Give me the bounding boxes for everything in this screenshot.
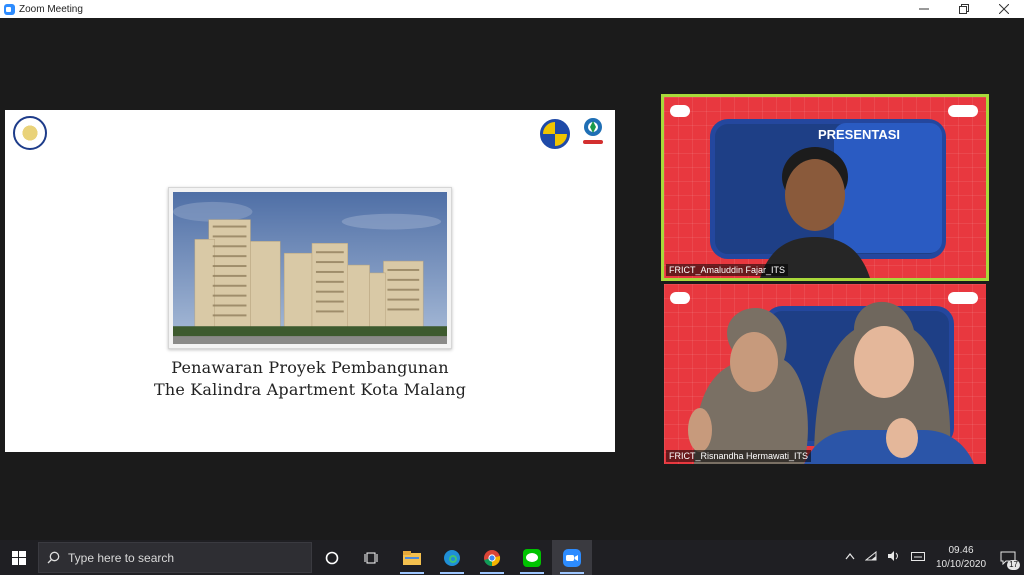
zoom-icon xyxy=(563,548,581,567)
cortana-button[interactable] xyxy=(312,540,352,575)
participant-video-tile[interactable]: PRESENTASI FRICT_Amaluddin Fajar_ITS xyxy=(661,94,989,281)
chrome-browser-button[interactable] xyxy=(472,540,512,575)
participant-avatar xyxy=(688,301,974,464)
meeting-area: Penawaran Proyek Pembangunan The Kalindr… xyxy=(0,18,1024,540)
slide-title-line-1: Penawaran Proyek Pembangunan xyxy=(171,358,449,377)
show-hidden-icons-button[interactable] xyxy=(845,552,855,563)
apartment-photo-frame xyxy=(168,187,452,349)
restore-button[interactable] xyxy=(944,0,984,18)
network-button[interactable] xyxy=(864,550,877,564)
chrome-icon xyxy=(484,549,501,566)
university-logo xyxy=(13,116,47,150)
shared-screen-slide[interactable]: Penawaran Proyek Pembangunan The Kalindr… xyxy=(5,110,615,452)
system-tray: 09.46 10/10/2020 17 xyxy=(840,540,1024,575)
slide-title-line-2: The Kalindra Apartment Kota Malang xyxy=(153,380,467,399)
search-placeholder: Type here to search xyxy=(68,550,175,565)
clock-date: 10/10/2020 xyxy=(935,558,987,570)
cortana-icon xyxy=(325,551,339,564)
window-title: Zoom Meeting xyxy=(19,3,83,15)
input-language-button[interactable] xyxy=(911,551,925,564)
restore-icon xyxy=(959,4,969,14)
participant-video-tile[interactable]: FRICT_Risnandha Hermawati_ITS xyxy=(664,284,986,464)
edge-icon xyxy=(444,549,460,566)
action-center-button[interactable]: 17 xyxy=(992,540,1024,575)
edge-browser-button[interactable] xyxy=(432,540,472,575)
gear-logo xyxy=(540,119,570,149)
background-badge-left xyxy=(670,105,690,117)
line-icon xyxy=(523,548,541,567)
zoom-app-icon xyxy=(4,3,15,15)
wifi-icon xyxy=(864,550,877,561)
task-view-icon xyxy=(364,552,378,563)
taskbar-clock[interactable]: 09.46 10/10/2020 xyxy=(930,544,992,572)
participant-avatar xyxy=(760,147,870,278)
background-badge-right xyxy=(948,105,978,117)
volume-button[interactable] xyxy=(887,551,901,564)
minimize-button[interactable] xyxy=(904,0,944,18)
clock-time: 09.46 xyxy=(948,544,974,556)
file-explorer-button[interactable] xyxy=(392,540,432,575)
windows-taskbar: Type here to search 09.46 10/10/2020 17 xyxy=(0,540,1024,575)
search-icon xyxy=(47,551,60,564)
taskbar-search-box[interactable]: Type here to search xyxy=(38,542,312,573)
participant-name-label: FRICT_Amaluddin Fajar_ITS xyxy=(666,264,789,276)
windows-logo-icon xyxy=(12,550,26,565)
window-title-bar: Zoom Meeting xyxy=(0,0,1024,18)
participant-name-label: FRICT_Risnandha Hermawati_ITS xyxy=(666,450,812,462)
apartment-photo xyxy=(173,192,447,344)
line-app-button[interactable] xyxy=(512,540,552,575)
close-icon xyxy=(999,4,1009,14)
task-view-button[interactable] xyxy=(352,540,392,575)
minimize-icon xyxy=(919,8,929,10)
notification-count: 17 xyxy=(1007,560,1020,570)
organization-logo xyxy=(583,118,603,144)
start-button[interactable] xyxy=(0,540,38,575)
close-button[interactable] xyxy=(984,0,1024,18)
zoom-app-button[interactable] xyxy=(552,540,592,575)
keyboard-icon xyxy=(911,552,925,561)
speaker-icon xyxy=(888,551,898,561)
folder-icon xyxy=(403,550,421,565)
chevron-up-icon xyxy=(845,553,855,560)
